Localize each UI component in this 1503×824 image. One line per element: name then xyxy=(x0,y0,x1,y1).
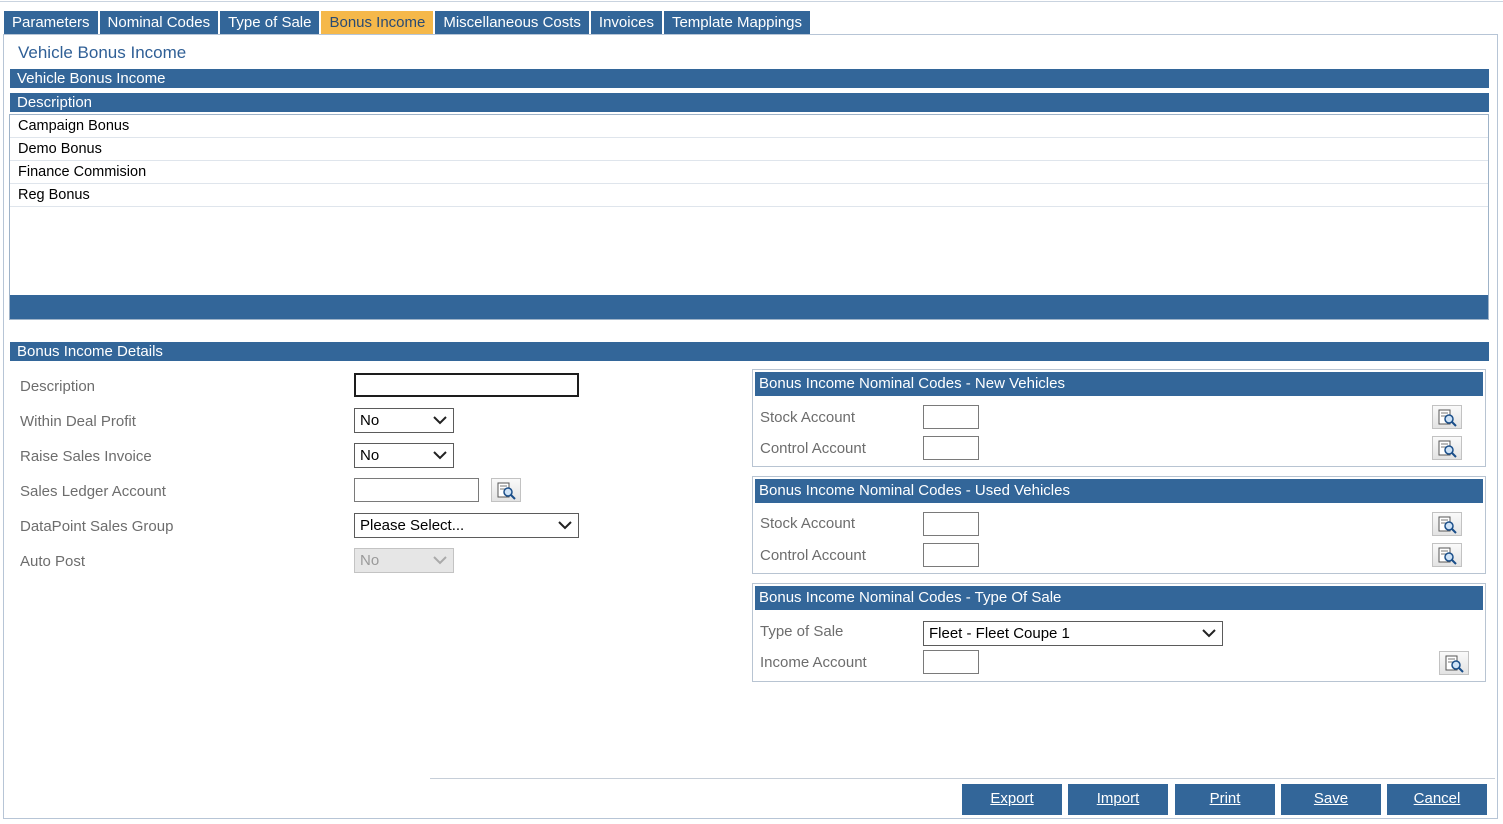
tab-type-of-sale[interactable]: Type of Sale xyxy=(220,11,320,35)
bonus-income-grid: Campaign Bonus Demo Bonus Finance Commis… xyxy=(9,114,1489,320)
raise-sales-invoice-select[interactable]: No xyxy=(354,443,454,468)
tab-bar: Parameters Nominal Codes Type of Sale Bo… xyxy=(4,11,812,35)
tab-template-mappings[interactable]: Template Mappings xyxy=(663,11,811,35)
type-of-sale-value: Fleet - Fleet Coupe 1 xyxy=(929,625,1070,642)
new-control-account-label: Control Account xyxy=(760,440,866,457)
used-stock-lookup-button[interactable] xyxy=(1432,512,1462,536)
description-input[interactable] xyxy=(354,373,579,397)
within-deal-profit-select[interactable]: No xyxy=(354,408,454,433)
income-account-label: Income Account xyxy=(760,654,867,671)
lookup-magnifier-icon xyxy=(1438,409,1457,427)
export-button[interactable]: Export xyxy=(962,784,1062,815)
used-vehicles-panel: Bonus Income Nominal Codes - Used Vehicl… xyxy=(752,476,1486,574)
used-control-lookup-button[interactable] xyxy=(1432,543,1462,567)
tab-nominal-codes[interactable]: Nominal Codes xyxy=(99,11,219,35)
used-vehicles-panel-title: Bonus Income Nominal Codes - Used Vehicl… xyxy=(755,479,1483,503)
lookup-magnifier-icon xyxy=(1438,440,1457,458)
income-account-input[interactable] xyxy=(923,650,979,674)
type-of-sale-panel: Bonus Income Nominal Codes - Type Of Sal… xyxy=(752,583,1486,682)
new-stock-lookup-button[interactable] xyxy=(1432,405,1462,429)
auto-post-select: No xyxy=(354,548,454,573)
tab-miscellaneous-costs[interactable]: Miscellaneous Costs xyxy=(435,11,589,35)
grid-row[interactable]: Campaign Bonus xyxy=(10,115,1488,138)
datapoint-sales-group-value: Please Select... xyxy=(360,517,465,534)
chevron-down-icon xyxy=(433,556,447,565)
new-vehicles-panel: Bonus Income Nominal Codes - New Vehicle… xyxy=(752,369,1486,467)
datapoint-sales-group-select[interactable]: Please Select... xyxy=(354,513,579,538)
sales-ledger-account-input[interactable] xyxy=(354,478,479,502)
lookup-magnifier-icon xyxy=(1438,516,1457,534)
auto-post-label: Auto Post xyxy=(20,553,86,570)
lookup-magnifier-icon xyxy=(1445,655,1464,673)
type-of-sale-panel-title: Bonus Income Nominal Codes - Type Of Sal… xyxy=(755,586,1483,610)
tab-invoices[interactable]: Invoices xyxy=(590,11,662,35)
tab-parameters[interactable]: Parameters xyxy=(4,11,98,35)
new-stock-account-input[interactable] xyxy=(923,405,979,429)
top-rule xyxy=(0,1,1503,2)
income-account-lookup-button[interactable] xyxy=(1439,651,1469,675)
datapoint-sales-group-label: DataPoint Sales Group xyxy=(20,518,174,535)
page-title: Vehicle Bonus Income xyxy=(18,43,187,62)
sales-ledger-lookup-button[interactable] xyxy=(491,478,521,502)
chevron-down-icon xyxy=(1202,629,1216,638)
used-control-account-input[interactable] xyxy=(923,543,979,567)
raise-sales-invoice-value: No xyxy=(360,447,380,464)
import-button[interactable]: Import xyxy=(1068,784,1168,815)
new-control-lookup-button[interactable] xyxy=(1432,436,1462,460)
new-vehicles-panel-title: Bonus Income Nominal Codes - New Vehicle… xyxy=(755,372,1483,396)
used-control-account-label: Control Account xyxy=(760,547,866,564)
used-stock-account-input[interactable] xyxy=(923,512,979,536)
grid-row[interactable]: Finance Commision xyxy=(10,161,1488,184)
details-title-bar: Bonus Income Details xyxy=(10,342,1489,361)
type-of-sale-select[interactable]: Fleet - Fleet Coupe 1 xyxy=(923,621,1223,646)
grid-row[interactable]: Reg Bonus xyxy=(10,184,1488,207)
grid-column-header-description[interactable]: Description xyxy=(10,93,1489,112)
description-label: Description xyxy=(20,378,96,395)
grid-footer xyxy=(10,295,1488,319)
chevron-down-icon xyxy=(558,521,572,530)
footer-divider xyxy=(430,778,1495,779)
lookup-magnifier-icon xyxy=(497,482,516,500)
sales-ledger-account-label: Sales Ledger Account xyxy=(20,483,166,500)
new-control-account-input[interactable] xyxy=(923,436,979,460)
cancel-button[interactable]: Cancel xyxy=(1387,784,1487,815)
type-of-sale-label: Type of Sale xyxy=(760,623,844,640)
grid-title-bar: Vehicle Bonus Income xyxy=(10,69,1489,88)
new-stock-account-label: Stock Account xyxy=(760,409,856,426)
save-button[interactable]: Save xyxy=(1281,784,1381,815)
used-stock-account-label: Stock Account xyxy=(760,515,856,532)
grid-row[interactable]: Demo Bonus xyxy=(10,138,1488,161)
lookup-magnifier-icon xyxy=(1438,547,1457,565)
within-deal-profit-value: No xyxy=(360,412,380,429)
within-deal-profit-label: Within Deal Profit xyxy=(20,413,136,430)
tab-bonus-income[interactable]: Bonus Income xyxy=(321,11,434,35)
chevron-down-icon xyxy=(433,416,447,425)
raise-sales-invoice-label: Raise Sales Invoice xyxy=(20,448,152,465)
print-button[interactable]: Print xyxy=(1175,784,1275,815)
chevron-down-icon xyxy=(433,451,447,460)
auto-post-value: No xyxy=(360,552,380,569)
